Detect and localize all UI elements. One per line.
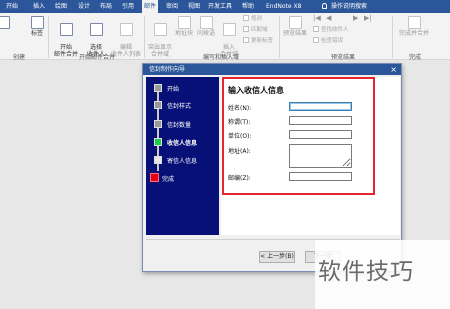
tab-design[interactable]: 设计 [76,0,92,13]
highlight-icon [153,23,167,36]
postcode-input[interactable] [289,172,352,181]
envelopes-button[interactable] [0,16,12,30]
title-label: 称谓(T): [228,119,251,126]
step-envelope-count[interactable]: 信封数量 [167,120,191,129]
name-input[interactable] [289,102,352,111]
envelope-icon [0,16,10,29]
address-block-label: 地址块 [174,30,193,37]
step-marker-count [154,120,162,128]
dialog-title: 信封制作向导 [149,66,186,73]
tell-me-search[interactable]: 操作说明搜索 [322,0,367,13]
match-fields-label: 匹配域 [251,27,268,33]
greeting-line-button[interactable]: 问候语 [196,16,216,37]
preview-icon [288,16,302,29]
greeting-icon [199,16,213,29]
highlight-fields-label: 突出显示 合并域 [147,44,172,58]
first-record-icon[interactable]: |◀ [313,14,321,22]
address-block-icon [177,16,191,29]
organization-input[interactable] [289,130,352,139]
update-labels-label: 更新标签 [251,38,274,44]
title-input[interactable] [289,116,352,125]
tab-home[interactable]: 开始 [4,0,20,13]
back-button[interactable]: < 上一步(B) [259,251,295,263]
step-marker-sender [154,156,162,164]
dialog-title-bar[interactable]: 信封制作向导 [143,64,401,75]
check-errors-label: 检查错误 [321,38,344,44]
match-fields-button[interactable]: 匹配域 [243,26,268,35]
group-separator [144,16,145,58]
match-fields-icon [243,26,249,32]
group-separator [392,16,393,58]
postcode-label: 邮编(Z): [228,175,251,182]
name-label: 姓名(N): [228,105,252,112]
address-label: 地址(A): [228,148,251,155]
labels-label: 标签 [30,30,43,37]
last-record-icon[interactable]: ▶| [364,14,372,22]
find-recipient-label: 查找收件人 [321,27,349,33]
preview-results-button[interactable]: 预览结果 [281,16,309,37]
tab-mailings[interactable]: 邮件 [142,0,159,13]
rules-icon [243,15,249,21]
finish-merge-button[interactable]: 完成并合并 [396,16,432,37]
organization-label: 单位(O): [228,133,252,140]
tab-developer[interactable]: 开发工具 [206,0,234,13]
step-marker-recipient-current [154,138,162,146]
tab-insert[interactable]: 插入 [31,0,47,13]
greeting-line-label: 问候语 [196,30,215,37]
step-marker-finish [150,173,159,182]
next-record-icon[interactable]: ▶ [353,14,358,22]
finish-merge-icon [407,16,421,29]
tab-draw[interactable]: 绘图 [53,0,69,13]
step-start[interactable]: 开始 [167,84,179,93]
step-sender-info[interactable]: 寄信人信息 [167,156,197,165]
tab-review[interactable]: 审阅 [164,0,180,13]
rules-button[interactable]: 规则 [243,15,262,24]
ribbon-body: 标签 创建 开始 邮件合并 选择 收件人 编辑 收件人列表 开始邮件合并 突出显… [0,13,450,61]
step-envelope-style[interactable]: 信封样式 [167,101,191,110]
tab-layout[interactable]: 布局 [98,0,114,13]
find-recipient-button[interactable]: 查找收件人 [313,26,349,35]
check-errors-icon [313,37,319,43]
tell-me-label: 操作说明搜索 [331,3,368,10]
update-labels-button[interactable]: 更新标签 [243,37,273,46]
preview-results-label: 预览结果 [282,30,307,37]
previous-record-icon[interactable]: ◀ [326,14,331,22]
check-errors-button[interactable]: 检查错误 [313,37,343,46]
recipients-icon [89,23,103,36]
finish-merge-label: 完成并合并 [398,30,429,37]
close-icon[interactable]: × [390,64,397,75]
address-block-button[interactable]: 地址块 [174,16,194,37]
highlight-fields-button[interactable]: 突出显示 合并域 [146,16,174,58]
step-marker-start [154,84,162,92]
label-icon [30,16,44,29]
insert-field-icon [222,23,236,36]
watermark-text: 软件技巧 [318,259,414,285]
lightbulb-icon [322,3,327,9]
group-separator [279,16,280,58]
tab-references[interactable]: 引用 [120,0,136,13]
rules-label: 规则 [251,16,263,22]
labels-button[interactable]: 标签 [28,16,46,37]
ribbon-tab-bar: 开始 插入 绘图 设计 布局 引用 邮件 审阅 视图 开发工具 帮助 EndNo… [0,0,450,13]
group-separator [48,16,49,58]
edit-list-icon [119,23,133,36]
update-labels-icon [243,37,249,43]
tab-view[interactable]: 视图 [186,0,202,13]
step-marker-style [154,101,162,109]
tab-help[interactable]: 帮助 [240,0,256,13]
find-recipient-icon [313,26,319,32]
wizard-step-nav: 开始 信封样式 信封数量 收信人信息 寄信人信息 完成 [146,77,219,235]
form-heading: 输入收信人信息 [228,85,284,95]
address-textarea[interactable] [289,144,352,168]
step-recipient-info[interactable]: 收信人信息 [167,138,197,147]
tab-endnote[interactable]: EndNote X8 [264,0,303,13]
step-finish[interactable]: 完成 [162,174,174,183]
start-merge-icon [59,23,73,36]
